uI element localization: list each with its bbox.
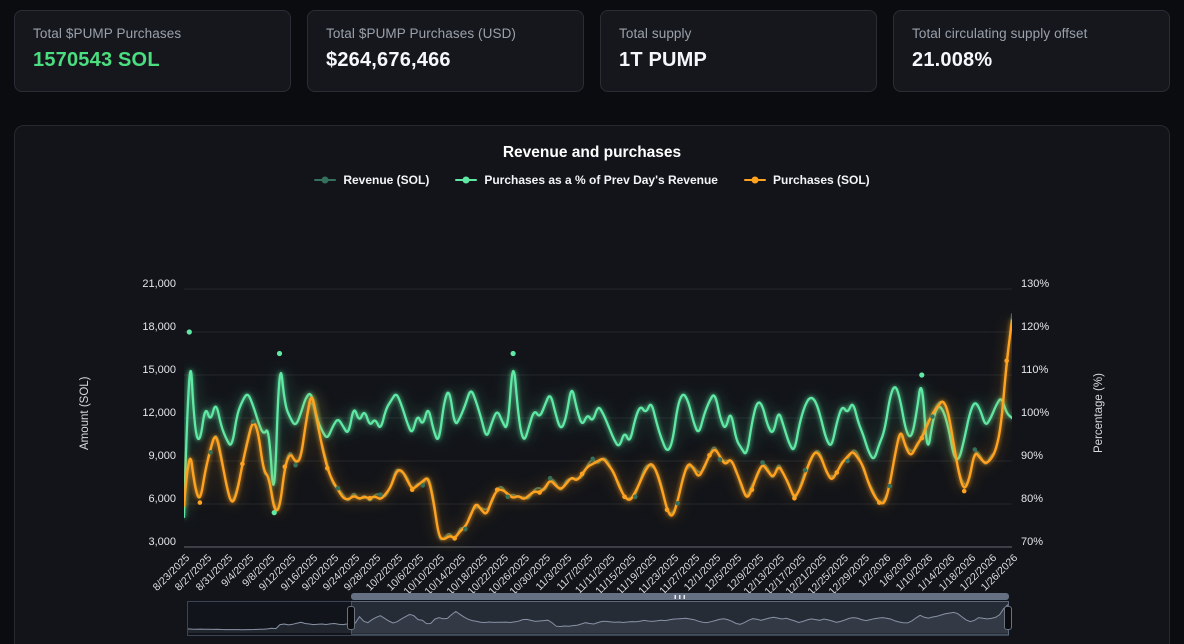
stat-card-value: 21.008% — [912, 49, 1151, 72]
stat-card-label: Total $PUMP Purchases (USD) — [326, 26, 565, 41]
chart-panel: Revenue and purchases Revenue (SOL) Purc… — [14, 125, 1170, 644]
stat-card-total-purchases-usd: Total $PUMP Purchases (USD) $264,676,466 — [307, 10, 584, 92]
brush-selection[interactable] — [351, 601, 1009, 635]
legend-label: Purchases (SOL) — [773, 173, 870, 187]
y-tick-label: 21,000 — [104, 278, 176, 290]
stat-card-label: Total supply — [619, 26, 858, 41]
y-tick-label: 3,000 — [104, 536, 176, 548]
legend-marker-icon — [744, 179, 766, 182]
stat-card-label: Total $PUMP Purchases — [33, 26, 272, 41]
brush-grip-icon — [675, 595, 686, 599]
right-axis-title: Percentage (%) — [1093, 338, 1105, 488]
left-axis-title: Amount (SOL) — [79, 338, 91, 488]
chart-plot[interactable] — [184, 284, 1012, 552]
brush-drag-bar[interactable] — [351, 593, 1009, 600]
y-tick-label: 120% — [1021, 321, 1093, 333]
stat-card-total-purchases: Total $PUMP Purchases 1570543 SOL — [14, 10, 291, 92]
y-tick-label: 110% — [1021, 364, 1093, 376]
legend-marker-icon — [314, 179, 336, 182]
y-tick-label: 9,000 — [104, 450, 176, 462]
legend-item-purchases-pct[interactable]: Purchases as a % of Prev Day's Revenue — [455, 173, 718, 187]
stat-card-value: 1570543 SOL — [33, 49, 272, 72]
brush-handle-left[interactable] — [347, 606, 355, 630]
y-tick-label: 18,000 — [104, 321, 176, 333]
chart-title: Revenue and purchases — [15, 144, 1169, 162]
y-tick-label: 100% — [1021, 407, 1093, 419]
y-tick-label: 12,000 — [104, 407, 176, 419]
stat-card-total-supply: Total supply 1T PUMP — [600, 10, 877, 92]
y-tick-label: 130% — [1021, 278, 1093, 290]
y-tick-label: 80% — [1021, 493, 1093, 505]
y-tick-label: 6,000 — [104, 493, 176, 505]
legend-label: Revenue (SOL) — [343, 173, 429, 187]
stat-card-value: $264,676,466 — [326, 49, 565, 72]
y-tick-label: 70% — [1021, 536, 1093, 548]
stat-cards-row: Total $PUMP Purchases 1570543 SOL Total … — [14, 10, 1170, 92]
stat-card-circulating-supply-offset: Total circulating supply offset 21.008% — [893, 10, 1170, 92]
y-tick-label: 90% — [1021, 450, 1093, 462]
stat-card-value: 1T PUMP — [619, 49, 858, 72]
time-range-brush — [187, 593, 1009, 637]
legend-marker-icon — [455, 179, 477, 182]
brush-handle-right[interactable] — [1004, 606, 1012, 630]
stat-card-label: Total circulating supply offset — [912, 26, 1151, 41]
chart-legend: Revenue (SOL) Purchases as a % of Prev D… — [15, 173, 1169, 187]
legend-label: Purchases as a % of Prev Day's Revenue — [484, 173, 718, 187]
y-tick-label: 15,000 — [104, 364, 176, 376]
legend-item-revenue[interactable]: Revenue (SOL) — [314, 173, 429, 187]
legend-item-purchases-sol[interactable]: Purchases (SOL) — [744, 173, 870, 187]
